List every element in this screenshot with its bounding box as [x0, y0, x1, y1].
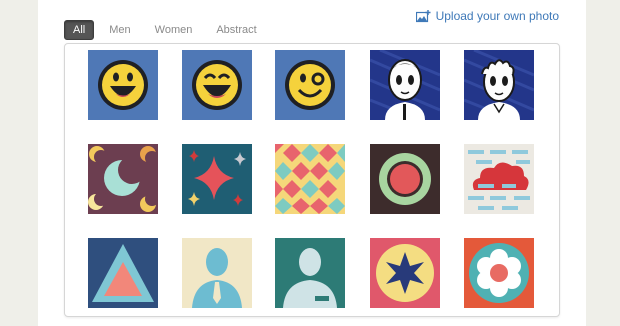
avatar-grid: [64, 43, 560, 317]
avatar-moon-pattern[interactable]: [88, 144, 158, 214]
avatar-ring-target[interactable]: [370, 144, 440, 214]
avatar-diamond-checker[interactable]: [275, 144, 345, 214]
avatar-silhouette-tie[interactable]: [182, 238, 252, 308]
avatar-silhouette-badge[interactable]: [275, 238, 345, 308]
avatar-star-flower[interactable]: [370, 238, 440, 308]
avatar-cartoon-man-curly[interactable]: [464, 50, 534, 120]
avatar-flower[interactable]: [464, 238, 534, 308]
filter-tabs: All Men Women Abstract: [64, 20, 272, 40]
avatar-star-sparkles[interactable]: [182, 144, 252, 214]
tab-men[interactable]: Men: [100, 20, 139, 40]
tab-women[interactable]: Women: [146, 20, 202, 40]
avatar-triangle[interactable]: [88, 238, 158, 308]
upload-photo-link[interactable]: Upload your own photo: [415, 9, 559, 23]
tab-all[interactable]: All: [64, 20, 95, 40]
add-photo-icon: [415, 9, 431, 22]
avatar-smiley-wink[interactable]: [275, 50, 345, 120]
upload-photo-label: Upload your own photo: [435, 9, 559, 23]
avatar-cloud-bricks[interactable]: [464, 144, 534, 214]
tab-abstract[interactable]: Abstract: [207, 20, 265, 40]
avatar-cartoon-man-sketch[interactable]: [370, 50, 440, 120]
avatar-smiley-grin[interactable]: [88, 50, 158, 120]
avatar-smiley-laugh[interactable]: [182, 50, 252, 120]
